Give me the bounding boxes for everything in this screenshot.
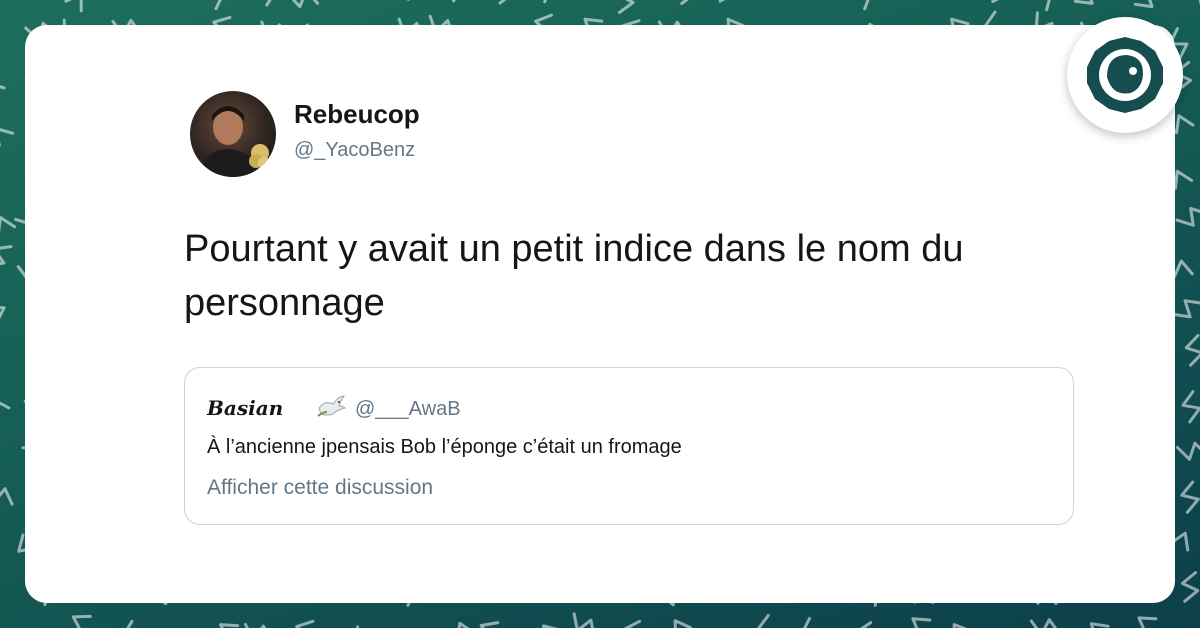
pattern-zigzag	[617, 0, 635, 14]
pattern-zigzag	[863, 0, 870, 11]
author-name[interactable]: Rebeucop	[294, 99, 420, 130]
pattern-zigzag	[265, 0, 272, 7]
pattern-zigzag	[1029, 618, 1058, 628]
pattern-zigzag	[295, 619, 315, 628]
avatar[interactable]	[190, 91, 276, 177]
pattern-zigzag	[479, 621, 500, 628]
brand-logo-icon	[1087, 37, 1163, 113]
pattern-zigzag	[498, 0, 507, 5]
avatar-photo	[198, 106, 270, 177]
pattern-zigzag	[803, 617, 811, 628]
pattern-zigzag	[1137, 616, 1158, 628]
pattern-zigzag	[1198, 0, 1200, 5]
pattern-zigzag	[457, 621, 470, 628]
pattern-zigzag	[673, 619, 693, 628]
pattern-zigzag	[1180, 480, 1200, 514]
pattern-zigzag	[0, 487, 14, 506]
dove-icon	[315, 390, 347, 422]
pattern-zigzag	[623, 619, 642, 628]
pattern-zigzag	[0, 306, 6, 320]
pattern-zigzag	[1089, 622, 1110, 628]
pattern-zigzag	[71, 614, 92, 628]
pattern-zigzag	[1181, 390, 1200, 424]
pattern-zigzag	[952, 623, 968, 628]
pattern-zigzag	[219, 623, 240, 628]
pattern-zigzag	[1171, 299, 1200, 319]
pattern-zigzag	[1175, 206, 1200, 227]
quoted-tweet-text: À l’ancienne jpensais Bob l’éponge c’éta…	[207, 436, 682, 458]
pattern-zigzag	[0, 245, 13, 266]
pattern-zigzag	[1133, 0, 1154, 9]
tweet-text: Pourtant y avait un petit indice dans le…	[184, 228, 964, 324]
pattern-zigzag	[1045, 0, 1051, 12]
quoted-tweet[interactable]: Basian @___AwaB À l’ancienne jpensais Bo…	[184, 367, 1074, 525]
quoted-author-handle: @___AwaB	[355, 398, 461, 420]
pattern-zigzag	[718, 0, 726, 3]
brand-logo	[1067, 17, 1183, 133]
pattern-zigzag	[0, 85, 6, 90]
pattern-zigzag	[1073, 0, 1094, 5]
pattern-zigzag	[0, 216, 17, 233]
pattern-zigzag	[214, 0, 222, 11]
pattern-zigzag	[991, 0, 1000, 4]
pattern-zigzag	[860, 621, 873, 628]
author-handle[interactable]: @_YacoBenz	[294, 139, 415, 162]
pattern-zigzag	[452, 0, 456, 3]
pattern-zigzag	[1180, 571, 1200, 603]
show-thread-link[interactable]: Afficher cette discussion	[207, 476, 433, 500]
pattern-zigzag	[244, 623, 267, 628]
quoted-author-name: Basian	[207, 396, 284, 420]
pattern-zigzag	[543, 0, 548, 4]
pattern-zigzag	[1175, 441, 1200, 461]
pattern-zigzag	[1184, 334, 1200, 367]
pattern-zigzag	[0, 401, 11, 410]
pattern-zigzag	[911, 617, 932, 628]
pattern-zigzag	[680, 0, 689, 5]
pattern-zigzag	[0, 128, 15, 147]
pattern-zigzag	[572, 612, 594, 628]
pattern-zigzag	[126, 619, 134, 628]
pattern-zigzag	[64, 0, 83, 13]
pattern-zigzag	[291, 0, 320, 9]
pattern-zigzag	[757, 613, 770, 628]
